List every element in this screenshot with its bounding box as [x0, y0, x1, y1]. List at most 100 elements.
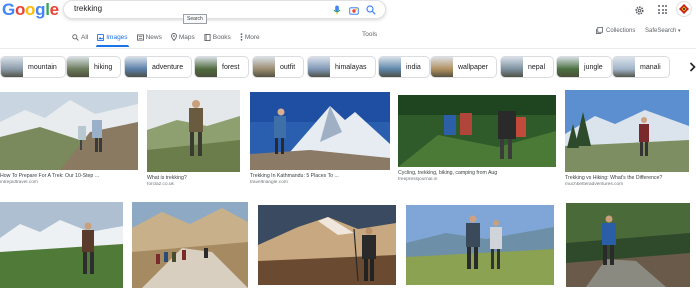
search-input[interactable]: trekking	[74, 4, 102, 13]
result-source[interactable]: freepressjournal.in	[398, 177, 556, 182]
chip-thumbnail	[195, 57, 217, 77]
search-tabs: All Images News Maps Books More	[72, 30, 269, 47]
result-image[interactable]	[132, 202, 248, 288]
logo-letter: g	[35, 0, 46, 19]
image-result[interactable]: What is trekking? forclaz.co.uk	[147, 90, 240, 187]
chip-hiking[interactable]: hiking	[66, 56, 122, 78]
result-title[interactable]: Trekking In Kathmandu: 5 Places To ...	[250, 173, 390, 179]
news-icon	[136, 33, 144, 41]
mic-icon[interactable]	[331, 4, 343, 16]
chip-india[interactable]: india	[378, 56, 430, 78]
logo-letter: e	[49, 0, 59, 19]
image-result[interactable]	[258, 205, 396, 285]
chip-thumbnail	[613, 57, 635, 77]
chip-mountain[interactable]: mountain	[0, 56, 66, 78]
chip-thumbnail	[1, 57, 23, 77]
chip-jungle[interactable]: jungle	[556, 56, 612, 78]
chip-thumbnail	[501, 57, 523, 77]
tab-label: Maps	[178, 33, 195, 41]
chip-label: mountain	[28, 63, 57, 71]
avatar[interactable]	[676, 1, 692, 17]
gear-icon[interactable]	[634, 3, 645, 21]
chip-label: himalayas	[335, 63, 367, 71]
tab-label: Images	[106, 33, 128, 41]
chip-thumbnail	[379, 57, 401, 77]
chip-wallpaper[interactable]: wallpaper	[430, 56, 497, 78]
result-image[interactable]	[398, 95, 556, 167]
result-title[interactable]: How To Prepare For A Trek: Our 10-Step .…	[0, 173, 138, 179]
tools-button[interactable]: Tools	[362, 31, 377, 38]
logo-letter: o	[25, 0, 36, 19]
logo-letter: o	[14, 0, 26, 19]
tab-images[interactable]: Images	[96, 30, 129, 47]
image-result[interactable]	[132, 202, 248, 288]
chevron-right-icon[interactable]	[684, 58, 696, 76]
tab-more[interactable]: More	[240, 30, 260, 44]
image-result[interactable]: Cycling, trekking, biking, camping from …	[398, 95, 556, 182]
tab-label: More	[244, 33, 260, 41]
tab-all[interactable]: All	[72, 30, 88, 44]
chip-label: outfit	[280, 63, 296, 71]
result-image[interactable]	[147, 90, 240, 172]
result-source[interactable]: traveltriangle.com	[250, 180, 390, 185]
image-result[interactable]	[406, 205, 554, 285]
tab-books[interactable]: Books	[204, 30, 231, 44]
tab-maps[interactable]: Maps	[170, 30, 195, 44]
chip-forest[interactable]: forest	[194, 56, 249, 78]
search-icon	[72, 33, 79, 41]
result-image[interactable]	[258, 205, 396, 285]
camera-icon[interactable]	[348, 4, 360, 16]
tab-label: All	[81, 33, 89, 41]
chip-himalayas[interactable]: himalayas	[307, 56, 376, 78]
chip-label: nepal	[528, 63, 546, 71]
more-icon	[240, 33, 243, 41]
chip-thumbnail	[253, 57, 275, 77]
chip-thumbnail	[431, 57, 453, 77]
pin-icon	[170, 33, 177, 41]
image-result[interactable]	[0, 202, 123, 288]
result-title[interactable]: What is trekking?	[147, 175, 240, 181]
chip-label: jungle	[584, 63, 603, 71]
result-image[interactable]	[0, 92, 138, 170]
search-icon[interactable]	[365, 4, 377, 16]
image-result[interactable]: How To Prepare For A Trek: Our 10-Step .…	[0, 92, 138, 185]
result-image[interactable]	[565, 90, 689, 172]
collections-button[interactable]: Collections	[596, 27, 635, 34]
tab-news[interactable]: News	[136, 30, 162, 44]
chip-label: manali	[640, 63, 661, 71]
image-result[interactable]: Trekking In Kathmandu: 5 Places To ... t…	[250, 92, 390, 185]
related-search-chips: mountain hiking adventure forest outfit himal…	[0, 55, 696, 79]
search-box[interactable]: trekking	[63, 0, 386, 19]
result-image[interactable]	[0, 202, 123, 288]
chip-manali[interactable]: manali	[612, 56, 670, 78]
chip-outfit[interactable]: outfit	[252, 56, 305, 78]
header-divider	[0, 48, 696, 49]
safesearch-button[interactable]: SafeSearch ▾	[645, 28, 681, 34]
image-result[interactable]: Trekking vs Hiking: What's the Differenc…	[565, 90, 689, 187]
result-source[interactable]: intrepidtravel.com	[0, 180, 138, 185]
result-title[interactable]: Trekking vs Hiking: What's the Differenc…	[565, 175, 689, 181]
book-icon	[204, 33, 211, 41]
chip-thumbnail	[557, 57, 579, 77]
chip-label: wallpaper	[458, 63, 488, 71]
result-source[interactable]: forclaz.co.uk	[147, 182, 240, 187]
result-image[interactable]	[406, 205, 554, 285]
chip-label: forest	[222, 63, 240, 71]
chip-thumbnail	[67, 57, 89, 77]
chip-label: hiking	[94, 63, 113, 71]
apps-icon[interactable]	[658, 5, 668, 15]
chip-nepal[interactable]: nepal	[500, 56, 555, 78]
safesearch-label: SafeSearch	[645, 28, 677, 34]
result-source[interactable]: muchbetteradventures.com	[565, 182, 689, 187]
result-image[interactable]	[250, 92, 390, 170]
result-title[interactable]: Cycling, trekking, biking, camping from …	[398, 170, 556, 176]
chip-adventure[interactable]: adventure	[124, 56, 193, 78]
tab-label: News	[145, 33, 162, 41]
collections-icon	[596, 27, 603, 34]
google-logo[interactable]: Google	[2, 0, 59, 20]
search-tooltip: Search	[183, 14, 207, 24]
result-image[interactable]	[566, 203, 690, 287]
chip-thumbnail	[125, 57, 147, 77]
image-result[interactable]	[566, 203, 690, 287]
image-icon	[97, 33, 105, 41]
